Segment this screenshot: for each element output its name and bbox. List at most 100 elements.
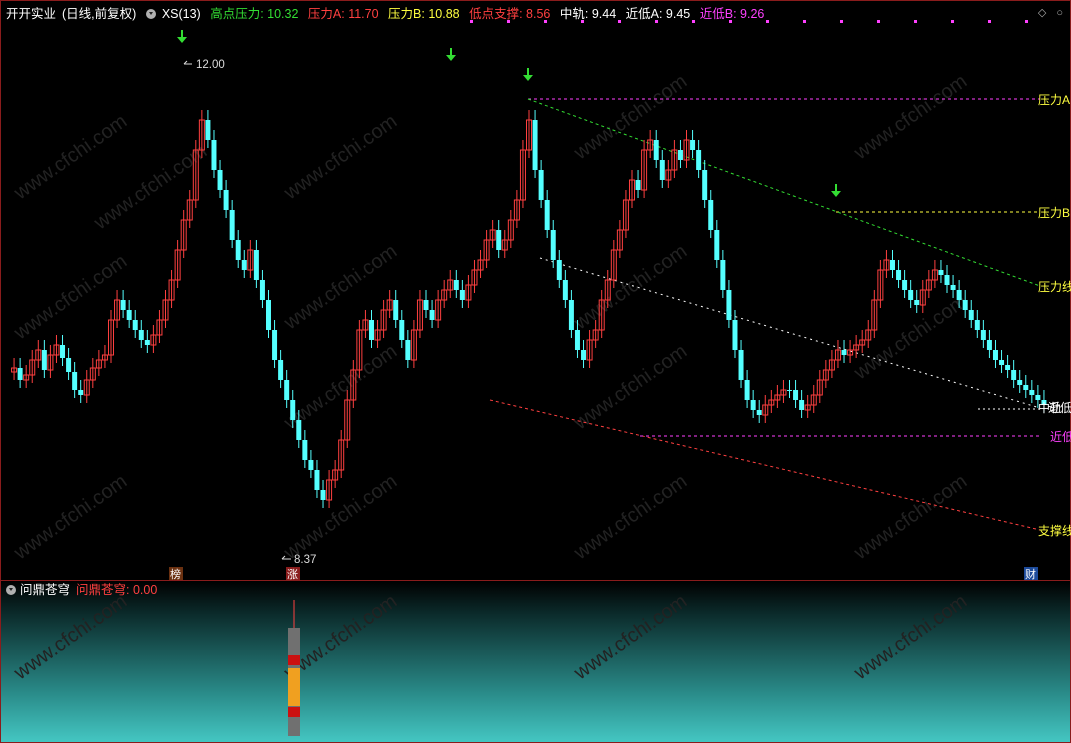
watermark-text: www.cfchi.com — [9, 110, 131, 204]
candle-body-down — [974, 320, 980, 330]
candle-body-down — [720, 260, 726, 290]
candle-body-down — [126, 310, 132, 320]
candle-body-down — [756, 410, 762, 415]
candle-body-down — [235, 240, 241, 260]
candle-body-down — [459, 290, 465, 300]
candle-body-down — [66, 358, 72, 372]
candle-body-down — [889, 260, 895, 270]
watermark-text: www.cfchi.com — [279, 110, 401, 204]
marker-dot — [988, 20, 991, 23]
legend-item-low-support: 低点支撑: 8.56 — [469, 7, 551, 21]
watermark-text: www.cfchi.com — [279, 240, 401, 334]
down-arrow-head-icon — [177, 37, 187, 43]
watermark-text: www.cfchi.com — [9, 470, 131, 564]
candle-body-down — [992, 350, 998, 360]
candle-body-down — [635, 180, 641, 190]
watermark-text: www.cfchi.com — [9, 590, 131, 684]
candle-body-down — [1011, 370, 1017, 380]
marker-dot — [803, 20, 806, 23]
legend-item-mid: 中轨: 9.44 — [559, 7, 617, 21]
candle-body-down — [272, 330, 278, 360]
candle-body-down — [938, 270, 944, 275]
badge-left: 榜 — [170, 567, 181, 581]
watermark-text: www.cfchi.com — [569, 590, 691, 684]
marker-dot — [1025, 20, 1028, 23]
candle-body-down — [1035, 395, 1041, 400]
candle-body-down — [253, 250, 259, 280]
candle-body-down — [60, 345, 66, 358]
sub-indicator-value: 问鼎苍穹: 0.00 — [76, 583, 158, 597]
candle-body-down — [205, 120, 211, 140]
period-label: (日线,前复权) — [62, 7, 137, 21]
watermark-text: www.cfchi.com — [569, 340, 691, 434]
candle-body-down — [690, 140, 696, 150]
candle-body-down — [17, 368, 23, 380]
candle-body-down — [732, 320, 738, 350]
candle-body-down — [568, 300, 574, 330]
chart-window: www.cfchi.com www.cfchi.com www.cfchi.com w… — [0, 0, 1071, 743]
corner-controls: ◇ ○ — [1028, 6, 1063, 19]
down-arrow-head-icon — [446, 55, 456, 61]
candle-body-down — [290, 400, 296, 420]
candle-body-down — [278, 360, 284, 380]
candle-body-down — [41, 350, 47, 370]
candle-body-down — [799, 400, 805, 410]
right-label-pressure-a: 压力A — [1038, 93, 1070, 107]
indicator-main-label[interactable]: XS(13) — [162, 7, 201, 21]
candle-body-down — [944, 275, 950, 285]
candle-body-down — [581, 350, 587, 360]
candle-body-down — [896, 270, 902, 280]
legend-item-near-low-b: 近低B: 9.26 — [699, 7, 765, 21]
legend-item-pressure-a: 压力A: 11.70 — [307, 7, 379, 21]
candle-body-down — [677, 150, 683, 160]
watermark-text: www.cfchi.com — [9, 250, 131, 344]
candle-body-down — [423, 300, 429, 310]
badge-right: 财 — [1025, 567, 1036, 581]
candle-body-down — [738, 350, 744, 380]
candle-body-down — [999, 360, 1005, 365]
sub-indicator-name[interactable]: 问鼎苍穹 — [20, 583, 70, 597]
sub-bar-core — [288, 668, 300, 706]
sub-indicator-menu-icon[interactable] — [6, 584, 16, 595]
candle-body-down — [429, 310, 435, 320]
circle-icon[interactable]: ○ — [1056, 7, 1063, 19]
right-label-pressure-line: 压力线 — [1038, 280, 1071, 294]
candle-body-down — [726, 290, 732, 320]
candle-body-down — [562, 280, 568, 300]
candle-body-down — [266, 300, 271, 330]
candle-body-down — [229, 210, 235, 240]
marker-dot — [840, 20, 843, 23]
candle-body-down — [496, 230, 502, 250]
candle-body-down — [556, 260, 562, 280]
indicator-menu-icon[interactable] — [145, 8, 156, 19]
candle-body-down — [950, 285, 956, 290]
candle-body-down — [787, 390, 792, 391]
candle-body-down — [217, 170, 223, 190]
sub-header: 问鼎苍穹 问鼎苍穹: 0.00 — [6, 582, 157, 598]
candle-body-down — [696, 150, 702, 170]
down-arrow-head-icon — [831, 191, 841, 197]
candle-body-down — [144, 340, 150, 345]
pressure-trend-line — [527, 98, 1041, 287]
candle-body-down — [962, 300, 968, 310]
candle-body-down — [132, 320, 138, 330]
watermark-text: www.cfchi.com — [279, 470, 401, 564]
sub-bar-band — [288, 707, 300, 717]
diamond-icon[interactable]: ◇ — [1038, 7, 1046, 19]
candle-body-down — [308, 460, 314, 470]
candle-body-down — [368, 320, 374, 340]
candle-body-down — [296, 420, 302, 440]
candle-body-down — [702, 170, 708, 200]
main-header: 开开实业 (日线,前复权) XS(13) 高点压力: 10.32 压力A: 11.… — [6, 5, 770, 23]
candle-body-down — [393, 300, 399, 320]
marker-dot — [951, 20, 954, 23]
candle-body-down — [320, 490, 326, 500]
right-label-near-low-b: 近低B — [1050, 430, 1071, 444]
candle-body-down — [314, 470, 320, 490]
candle-body-down — [793, 390, 799, 400]
chart-canvas: www.cfchi.com www.cfchi.com www.cfchi.com w… — [9, 20, 1071, 736]
high-price-label: 12.00 — [196, 59, 225, 71]
watermark-text: www.cfchi.com — [849, 590, 971, 684]
candle-body-down — [968, 310, 974, 320]
marker-dot — [877, 20, 880, 23]
